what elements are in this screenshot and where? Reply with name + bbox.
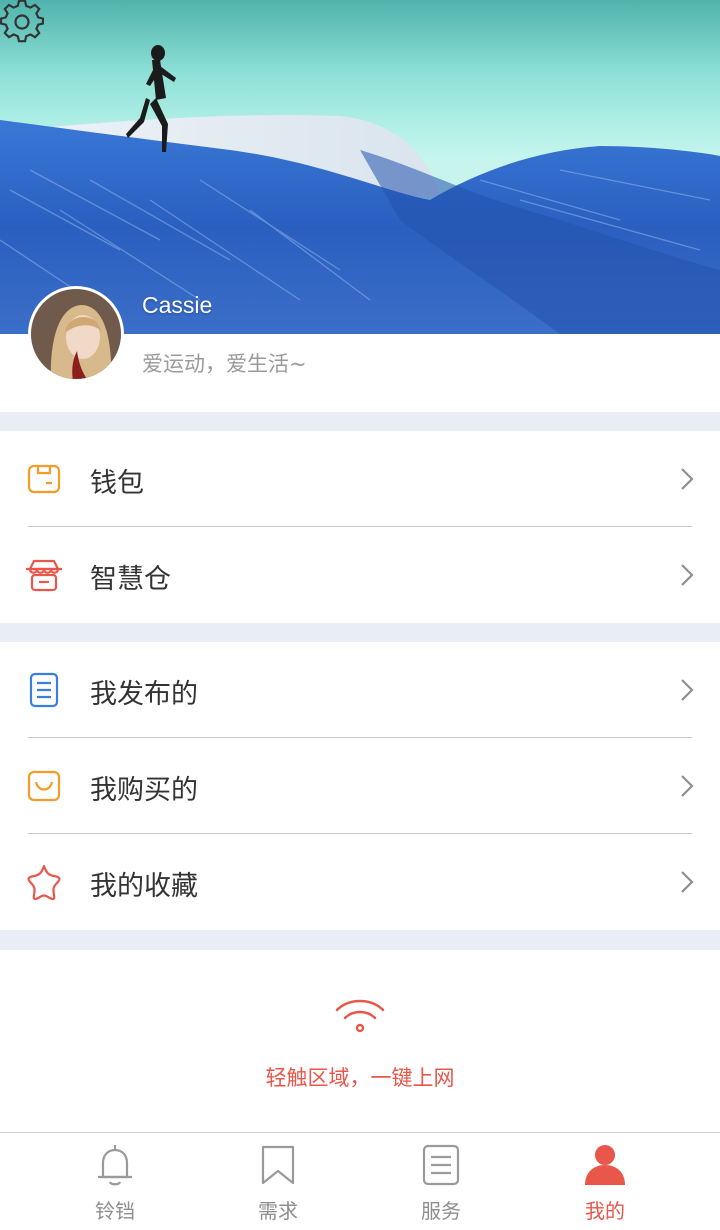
- menu-item-label: 智慧仓: [90, 564, 171, 595]
- tab-label: 我的: [585, 1199, 625, 1223]
- bottom-tab-bar: 铃铛 需求 服务 我的: [0, 1132, 720, 1230]
- document-icon: [29, 672, 59, 708]
- menu-item-wallet[interactable]: 钱包: [0, 431, 720, 527]
- menu-item-label: 我购买的: [90, 775, 198, 806]
- menu-item-smart-warehouse[interactable]: 智慧仓: [0, 527, 720, 623]
- menu-item-label: 我的收藏: [90, 871, 198, 902]
- list-icon: [422, 1144, 460, 1186]
- tab-label: 服务: [421, 1199, 461, 1223]
- person-icon: [585, 1145, 625, 1185]
- one-tap-internet-area[interactable]: 轻触区域，一键上网: [0, 950, 720, 1132]
- menu-item-my-purchases[interactable]: 我购买的: [0, 738, 720, 834]
- settings-gear-icon[interactable]: [0, 0, 44, 44]
- bell-icon: [98, 1145, 132, 1186]
- dune-scene: [0, 45, 720, 334]
- section-gap: [0, 623, 720, 642]
- tab-services[interactable]: 服务: [351, 1133, 531, 1230]
- bookmark-icon: [261, 1145, 295, 1185]
- store-icon: [26, 559, 62, 592]
- username: Cassie: [142, 292, 213, 318]
- star-icon: [27, 864, 61, 901]
- tab-bell[interactable]: 铃铛: [25, 1133, 205, 1230]
- chevron-right-icon: [681, 679, 694, 701]
- profile-page: Cassie 爱运动，爱生活~ 钱包 智慧仓 我发布的 我购买的 我的收藏 轻触…: [0, 0, 720, 1230]
- section-gap: [0, 930, 720, 950]
- tab-me[interactable]: 我的: [515, 1133, 695, 1230]
- wallet-icon: [27, 464, 61, 494]
- one-tap-internet-label: 轻触区域，一键上网: [265, 1066, 455, 1090]
- profile-cover-image: [0, 0, 720, 334]
- tab-label: 需求: [258, 1199, 298, 1223]
- chevron-right-icon: [681, 871, 694, 893]
- chevron-right-icon: [681, 775, 694, 797]
- user-bio: 爱运动，爱生活~: [142, 352, 307, 376]
- section-gap: [0, 412, 720, 431]
- tab-demand[interactable]: 需求: [188, 1133, 368, 1230]
- chevron-right-icon: [681, 468, 694, 490]
- wifi-icon: [335, 999, 385, 1033]
- shopping-bag-icon: [27, 770, 61, 802]
- chevron-right-icon: [681, 564, 694, 586]
- avatar[interactable]: [28, 286, 124, 382]
- tab-label: 铃铛: [95, 1199, 135, 1223]
- menu-item-label: 我发布的: [90, 679, 198, 710]
- menu-item-my-favorites[interactable]: 我的收藏: [0, 834, 720, 930]
- menu-item-my-posts[interactable]: 我发布的: [0, 642, 720, 738]
- menu-item-label: 钱包: [90, 468, 144, 499]
